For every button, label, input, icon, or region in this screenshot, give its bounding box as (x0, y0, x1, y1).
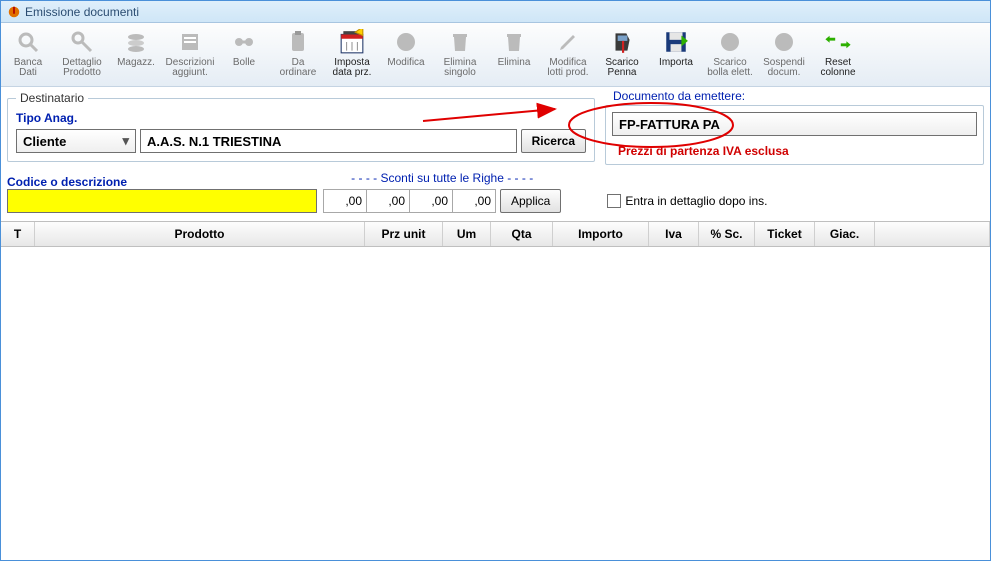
toolbar-label-12: Importa (659, 58, 693, 68)
toolbar-btn-12[interactable]: Importa (650, 27, 702, 83)
dest-legend: Destinatario (16, 91, 88, 105)
toolbar-btn-8[interactable]: Elimina singolo (434, 27, 486, 83)
col-sc[interactable]: % Sc. (699, 222, 755, 246)
toolbar-btn-4[interactable]: Bolle (218, 27, 270, 83)
save-icon (662, 28, 690, 56)
toolbar-label-11: Scarico Penna (605, 58, 638, 78)
sconto-1[interactable]: ,00 (323, 189, 367, 213)
documento-group: FP-FATTURA PA Prezzi di partenza IVA esc… (605, 105, 984, 165)
toolbar-label-13: Scarico bolla elett. (707, 58, 753, 78)
sconti-label: - - - - Sconti su tutte le Righe - - - - (351, 171, 533, 185)
tipo-anag-label: Tipo Anag. (16, 111, 586, 125)
app-icon (7, 5, 21, 19)
toolbar-label-2: Magazz. (117, 58, 155, 68)
toolbar-btn-14[interactable]: Sospendi docum. (758, 27, 810, 83)
col-extra[interactable] (875, 222, 990, 246)
dest-name-value: A.A.S. N.1 TRIESTINA (147, 134, 281, 149)
toolbar-label-7: Modifica (387, 58, 424, 68)
key-icon (68, 28, 96, 56)
col-ticket[interactable]: Ticket (755, 222, 815, 246)
trash-icon (446, 28, 474, 56)
toolbar-btn-10[interactable]: Modifica lotti prod. (542, 27, 594, 83)
col-um[interactable]: Um (443, 222, 491, 246)
toolbar-btn-1[interactable]: Dettaglio Prodotto (56, 27, 108, 83)
destinatario-group: Destinatario Tipo Anag. Cliente ▾ A.A.S.… (7, 91, 595, 162)
sconto-2[interactable]: ,00 (366, 189, 410, 213)
toolbar-btn-5[interactable]: Da ordinare (272, 27, 324, 83)
toolbar-btn-13[interactable]: Scarico bolla elett. (704, 27, 756, 83)
col-prodotto[interactable]: Prodotto (35, 222, 365, 246)
circle-icon (770, 28, 798, 56)
tipo-anag-select[interactable]: Cliente ▾ (16, 129, 136, 153)
calendar-icon (338, 28, 366, 56)
toolbar-label-15: Reset colonne (820, 58, 855, 78)
entra-checkbox[interactable] (607, 194, 621, 208)
clip-icon (284, 28, 312, 56)
toolbar-btn-6[interactable]: Imposta data prz. (326, 27, 378, 83)
toolbar-label-3: Descrizioni aggiunt. (166, 58, 215, 78)
pencil-icon (554, 28, 582, 56)
codice-input[interactable] (7, 189, 317, 213)
circle-icon (392, 28, 420, 56)
documento-select[interactable]: FP-FATTURA PA (612, 112, 977, 136)
doc-icon (230, 28, 258, 56)
entra-label: Entra in dettaglio dopo ins. (625, 194, 767, 208)
toolbar-btn-3[interactable]: Descrizioni aggiunt. (164, 27, 216, 83)
trash-icon (500, 28, 528, 56)
prezzi-note: Prezzi di partenza IVA esclusa (618, 144, 977, 158)
col-qta[interactable]: Qta (491, 222, 553, 246)
col-przunit[interactable]: Prz unit (365, 222, 443, 246)
sconti-row: ,00 ,00 ,00 ,00 Applica (323, 189, 561, 213)
col-iva[interactable]: Iva (649, 222, 699, 246)
applica-button[interactable]: Applica (500, 189, 561, 213)
toolbar-label-9: Elimina (498, 58, 531, 68)
arrows-icon (824, 28, 852, 56)
toolbar-btn-11[interactable]: Scarico Penna (596, 27, 648, 83)
toolbar-label-14: Sospendi docum. (763, 58, 805, 78)
note-icon (176, 28, 204, 56)
tipo-anag-value: Cliente (23, 134, 66, 149)
documento-value: FP-FATTURA PA (619, 117, 720, 132)
col-t[interactable]: T (1, 222, 35, 246)
col-giac[interactable]: Giac. (815, 222, 875, 246)
col-importo[interactable]: Importo (553, 222, 649, 246)
toolbar-label-5: Da ordinare (280, 58, 317, 78)
toolbar-btn-15[interactable]: Reset colonne (812, 27, 864, 83)
dest-name-input[interactable]: A.A.S. N.1 TRIESTINA (140, 129, 517, 153)
sconto-3[interactable]: ,00 (409, 189, 453, 213)
circle-icon (716, 28, 744, 56)
toolbar-btn-7[interactable]: Modifica (380, 27, 432, 83)
sconto-4[interactable]: ,00 (452, 189, 496, 213)
grid-header: T Prodotto Prz unit Um Qta Importo Iva %… (1, 221, 990, 247)
toolbar-label-10: Modifica lotti prod. (547, 58, 588, 78)
window-title: Emissione documenti (25, 5, 139, 19)
titlebar: Emissione documenti (1, 1, 990, 23)
toolbar-label-4: Bolle (233, 58, 255, 68)
magnifier-icon (14, 28, 42, 56)
toolbar-label-1: Dettaglio Prodotto (62, 58, 101, 78)
documento-label: Documento da emettere: (613, 89, 745, 103)
toolbar-btn-9[interactable]: Elimina (488, 27, 540, 83)
scanner-icon (608, 28, 636, 56)
stack-icon (122, 28, 150, 56)
toolbar-label-6: Imposta data prz. (333, 58, 372, 78)
grid-body[interactable] (1, 247, 990, 527)
toolbar-label-8: Elimina singolo (444, 58, 477, 78)
ricerca-button[interactable]: Ricerca (521, 129, 586, 153)
toolbar-btn-0[interactable]: Banca Dati (2, 27, 54, 83)
toolbar: Banca Dati Dettaglio Prodotto Magazz. Descr… (1, 23, 990, 87)
chevron-down-icon: ▾ (118, 133, 133, 149)
codice-label: Codice o descrizione (7, 175, 317, 189)
toolbar-label-0: Banca Dati (14, 58, 42, 78)
toolbar-btn-2[interactable]: Magazz. (110, 27, 162, 83)
